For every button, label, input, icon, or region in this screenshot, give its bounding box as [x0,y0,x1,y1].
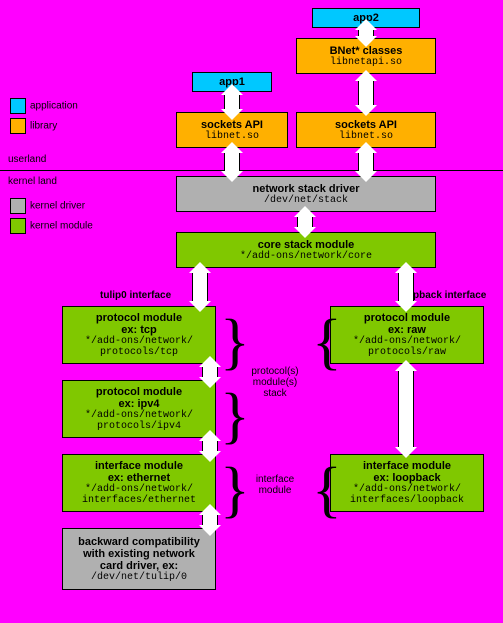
arrow-core-loopback [398,272,414,302]
protocol-ipv4-path1: */add-ons/network/ [85,410,193,421]
interface-ethernet-box: interface module ex: ethernet */add-ons/… [62,454,216,512]
arrow-nsd-core [297,216,313,228]
interface-module-annotation: interface module [245,474,305,496]
protocol-tcp-box: protocol module ex: tcp */add-ons/networ… [62,306,216,364]
backward-compat-l2: with existing network [83,548,195,560]
arrow-raw-loopback [398,370,414,448]
protocol-tcp-path1: */add-ons/network/ [85,336,193,347]
network-stack-driver-path: /dev/net/stack [264,195,348,206]
bnet-lib: libnetapi.so [330,57,402,68]
interface-loopback-ex: ex: loopback [373,472,440,484]
arrow-ipv4-eth [202,440,218,452]
legend-kernel-module: kernel module [10,218,93,234]
protocol-tcp-path2: protocols/tcp [100,347,178,358]
protocol-ipv4-path2: protocols/ipv4 [97,421,181,432]
interface-ethernet-path2: interfaces/ethernet [82,495,196,506]
core-stack-module-title: core stack module [258,239,355,251]
protocol-ipv4-box: protocol module ex: ipv4 */add-ons/netwo… [62,380,216,438]
divider-line [0,170,503,171]
library-swatch [10,118,26,134]
backward-compat-l1: backward compatibility [78,536,200,548]
arrow-sockets1-nsd [224,152,240,172]
interface-loopback-path1: */add-ons/network/ [353,484,461,495]
protocol-raw-path1: */add-ons/network/ [353,336,461,347]
legend-kernel-module-label: kernel module [30,221,93,232]
sockets-api-2-lib: libnet.so [339,131,393,142]
interface-ethernet-path1: */add-ons/network/ [85,484,193,495]
arrow-eth-compat [202,514,218,526]
interface-loopback-title: interface module [363,460,451,472]
interface-loopback-box: interface module ex: loopback */add-ons/… [330,454,484,512]
legend-library: library [10,118,57,134]
core-stack-module-path: */add-ons/network/core [240,251,372,262]
legend-library-label: library [30,121,57,132]
kernelland-section-label: kernel land [8,176,57,187]
arrow-sockets2-nsd [358,152,374,172]
backward-compat-l3: card driver, ex: [100,560,178,572]
protocol-raw-box: protocol module ex: raw */add-ons/networ… [330,306,484,364]
legend-application-label: application [30,101,78,112]
protocol-ipv4-ex: ex: ipv4 [119,398,160,410]
protocol-tcp-ex: ex: tcp [121,324,156,336]
tulip-interface-label: tulip0 interface [100,290,171,301]
protocol-raw-title: protocol module [364,312,450,324]
protocol-raw-ex: ex: raw [388,324,426,336]
arrow-app1-sockets1 [224,94,240,110]
backward-compat-path: /dev/net/tulip/0 [91,572,187,583]
protocol-stack-annotation: protocol(s) module(s) stack [245,366,305,399]
protocol-raw-path2: protocols/raw [368,347,446,358]
interface-ethernet-ex: ex: ethernet [108,472,170,484]
application-swatch [10,98,26,114]
kernel-driver-swatch [10,198,26,214]
sockets-api-1-title: sockets API [201,119,263,131]
protocol-ipv4-title: protocol module [96,386,182,398]
network-stack-driver-title: network stack driver [253,183,360,195]
interface-ethernet-title: interface module [95,460,183,472]
legend-kernel-driver-label: kernel driver [30,201,85,212]
protocol-tcp-title: protocol module [96,312,182,324]
arrow-app2-bnet [358,29,374,37]
kernel-module-swatch [10,218,26,234]
arrow-tcp-ipv4 [202,366,218,378]
arrow-bnet-sockets2 [358,80,374,106]
legend-application: application [10,98,78,114]
interface-loopback-path2: interfaces/loopback [350,495,464,506]
legend-kernel-driver: kernel driver [10,198,85,214]
sockets-api-2-title: sockets API [335,119,397,131]
sockets-api-1-lib: libnet.so [205,131,259,142]
backward-compat-box: backward compatibility with existing net… [62,528,216,590]
userland-section-label: userland [8,154,46,165]
arrow-core-tulip [192,272,208,302]
